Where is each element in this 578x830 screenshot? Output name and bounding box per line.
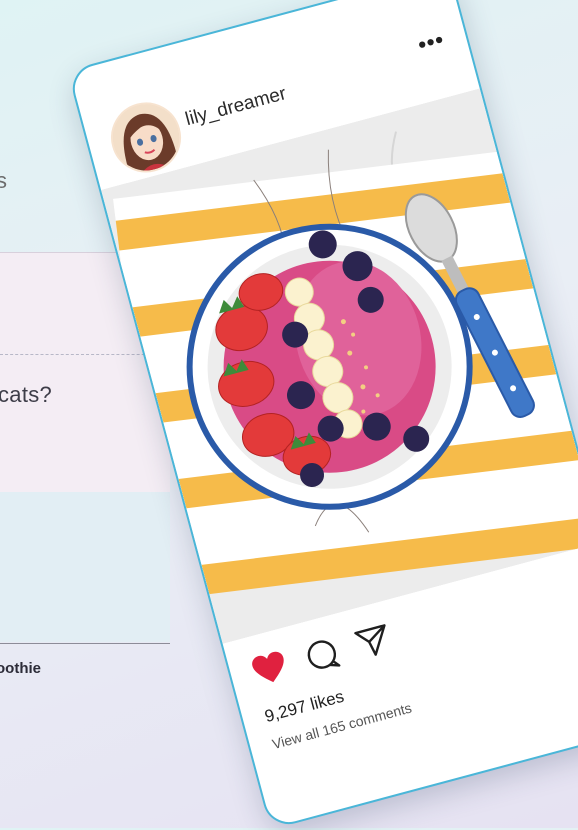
- background-caption-text: oothie: [0, 660, 41, 677]
- more-dots-icon[interactable]: •••: [415, 26, 447, 58]
- background-text-fragment: s: [0, 168, 7, 193]
- comment-bubble-icon[interactable]: [301, 635, 344, 681]
- heart-icon[interactable]: [249, 649, 291, 694]
- post-image[interactable]: [101, 88, 578, 644]
- background-panel: [0, 492, 170, 642]
- background-question-text: cats?: [0, 382, 53, 407]
- background-divider-solid: [0, 643, 170, 644]
- send-icon[interactable]: [352, 621, 397, 668]
- avatar[interactable]: [103, 94, 189, 181]
- post-username[interactable]: lily_dreamer: [183, 83, 289, 131]
